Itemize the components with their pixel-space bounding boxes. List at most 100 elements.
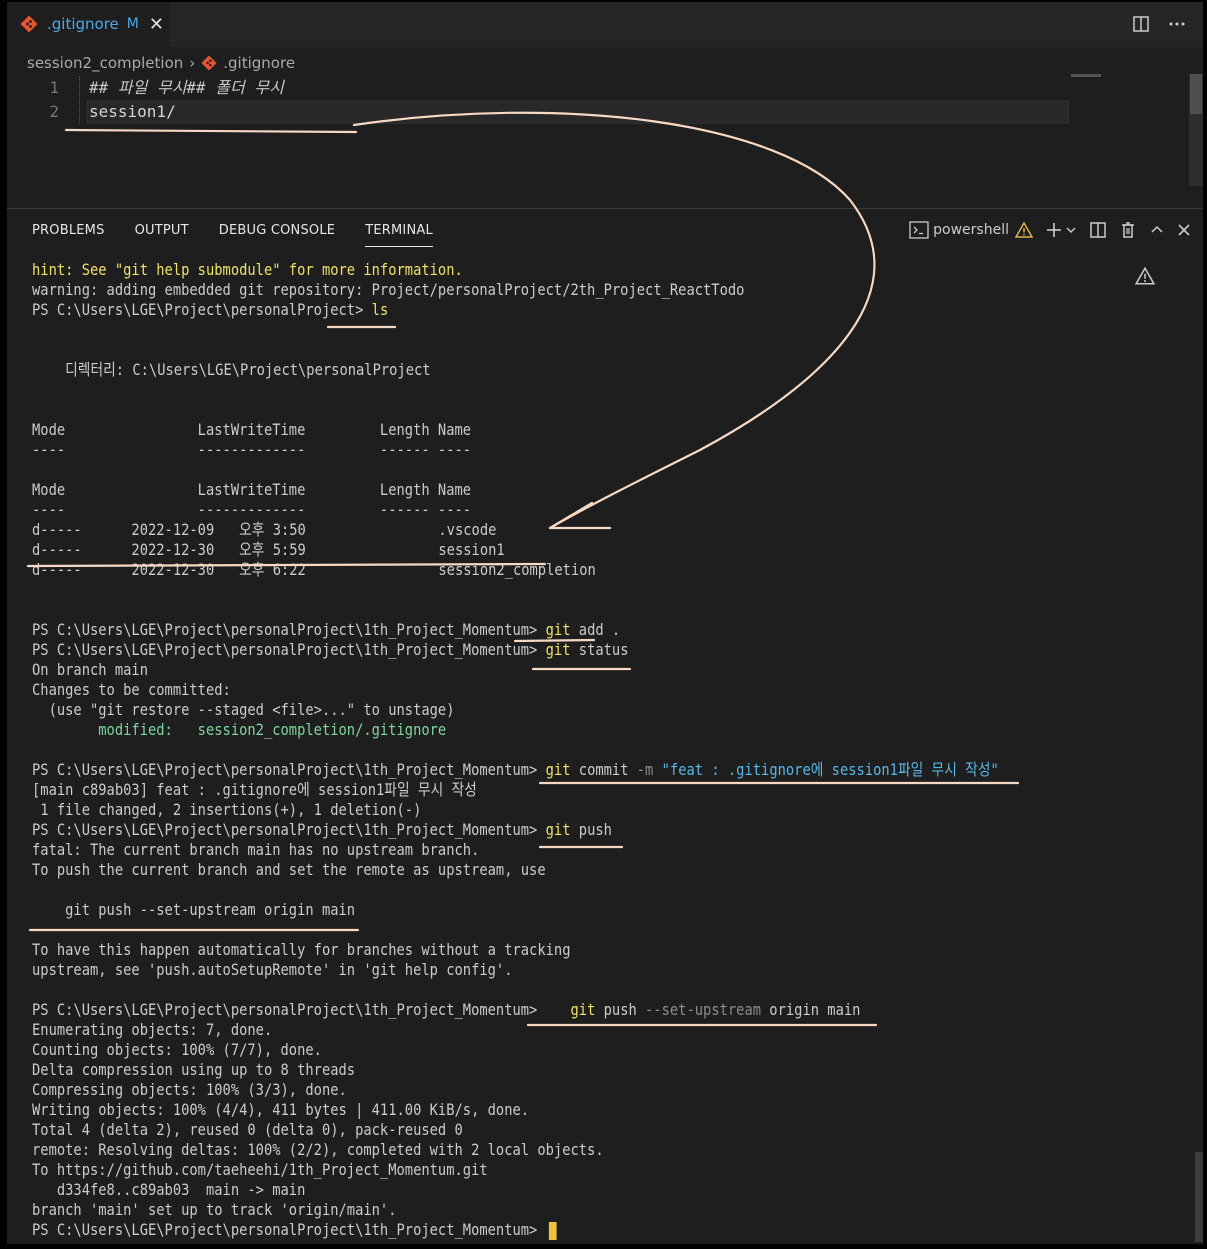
terminal-line: fatal: The current branch main has no up… xyxy=(32,840,480,859)
modified-label: modified: xyxy=(32,720,198,739)
more-actions-icon[interactable] xyxy=(1167,14,1187,34)
prompt: PS C:\Users\LGE\Project\personalProject\… xyxy=(32,640,538,659)
command-git: git xyxy=(545,760,571,779)
terminal-blank xyxy=(32,740,1021,760)
commit-message: "feat : .gitignore에 session1파일 무시 작성" xyxy=(653,760,999,779)
tab-terminal[interactable]: TERMINAL xyxy=(365,220,433,247)
terminal-blank xyxy=(32,340,1021,360)
prompt: PS C:\Users\LGE\Project\personalProject\… xyxy=(32,1220,538,1239)
terminal-line: Total 4 (delta 2), reused 0 (delta 0), p… xyxy=(32,1120,463,1139)
tab-problems[interactable]: PROBLEMS xyxy=(32,220,105,246)
prompt: PS C:\Users\LGE\Project\personalProject> xyxy=(32,300,364,319)
terminal-line: Compressing objects: 100% (3/3), done. xyxy=(32,1080,347,1099)
code-editor[interactable]: 1 ## 파일 무시## 폴더 무시 2 session1/ xyxy=(7,74,1203,209)
terminal-blank xyxy=(32,580,1021,600)
dir-row: d----- 2022-12-09 오후 3:50 .vscode xyxy=(32,520,497,539)
chevron-down-icon[interactable] xyxy=(1065,218,1077,242)
terminal-blank xyxy=(32,980,1021,1000)
terminal-line: Mode LastWriteTime Length Name xyxy=(32,480,472,499)
editor-scrollbar[interactable] xyxy=(1189,74,1203,186)
command-git: git xyxy=(570,1000,596,1019)
code-text: session1/ xyxy=(89,102,176,121)
vscode-window: .gitignore M ✕ session2_completion › .gi… xyxy=(7,2,1203,1244)
line-number: 2 xyxy=(49,102,59,121)
editor-tab-bar: .gitignore M ✕ xyxy=(7,2,1203,47)
close-icon[interactable]: ✕ xyxy=(149,14,164,35)
modified-badge: M xyxy=(126,16,139,32)
trash-icon[interactable] xyxy=(1119,218,1137,242)
tab-output[interactable]: OUTPUT xyxy=(135,220,189,246)
command-args: commit xyxy=(570,760,637,779)
terminal-line: hint: See "git help submodule" for more … xyxy=(32,260,463,279)
editor-actions xyxy=(1131,14,1187,34)
chevron-right-icon: › xyxy=(189,54,196,72)
terminal-line: Enumerating objects: 7, done. xyxy=(32,1020,273,1039)
close-panel-icon[interactable] xyxy=(1177,218,1191,242)
tab-debug-console[interactable]: DEBUG CONSOLE xyxy=(219,220,335,246)
split-terminal-icon[interactable] xyxy=(1089,218,1107,242)
command-git: git xyxy=(545,640,571,659)
panel-actions: powershell xyxy=(909,218,1191,242)
terminal-line: ---- ------------- ------ ---- xyxy=(32,440,472,459)
terminal-line: upstream, see 'push.autoSetupRemote' in … xyxy=(32,960,513,979)
command-args: status xyxy=(570,640,629,659)
breadcrumb-file[interactable]: .gitignore xyxy=(223,54,295,72)
git-icon xyxy=(201,55,217,71)
warning-icon[interactable] xyxy=(1015,218,1033,242)
terminal-blank xyxy=(32,320,1021,340)
terminal-line: To push the current branch and set the r… xyxy=(32,860,546,879)
terminal-line: PS C:\Users\LGE\Project\personalProject>… xyxy=(32,300,1021,320)
terminal-line: ---- ------------- ------ ---- xyxy=(32,500,472,519)
new-terminal-icon[interactable] xyxy=(1045,218,1063,242)
terminal-line: remote: Resolving deltas: 100% (2/2), co… xyxy=(32,1140,604,1159)
prompt: PS C:\Users\LGE\Project\personalProject\… xyxy=(32,620,538,639)
terminal-line: Changes to be committed: xyxy=(32,680,231,699)
prompt: PS C:\Users\LGE\Project\personalProject\… xyxy=(32,760,538,779)
current-line-highlight xyxy=(87,100,1069,124)
breadcrumb-folder[interactable]: session2_completion xyxy=(27,54,183,72)
terminal-line: d334fe8..c89ab03 main -> main xyxy=(32,1180,306,1199)
prompt: PS C:\Users\LGE\Project\personalProject\… xyxy=(32,1000,538,1019)
line-number: 1 xyxy=(49,78,59,97)
terminal-blank xyxy=(32,600,1021,620)
command-args: add . xyxy=(570,620,621,639)
terminal-line: PS C:\Users\LGE\Project\personalProject\… xyxy=(32,760,1021,780)
terminal-line: modified: session2_completion/.gitignore xyxy=(32,720,1021,740)
minimap[interactable] xyxy=(1071,74,1101,77)
command-git: git xyxy=(545,620,571,639)
shell-selector[interactable]: powershell xyxy=(933,218,1009,242)
terminal-line: PS C:\Users\LGE\Project\personalProject\… xyxy=(32,820,1021,840)
terminal-line: PS C:\Users\LGE\Project\personalProject\… xyxy=(32,1220,1021,1240)
command-git: git xyxy=(545,820,571,839)
terminal-line: warning: adding embedded git repository:… xyxy=(32,280,745,299)
indent-guide xyxy=(79,76,86,124)
maximize-panel-icon[interactable] xyxy=(1149,218,1165,242)
terminal-line: PS C:\Users\LGE\Project\personalProject\… xyxy=(32,640,1021,660)
terminal-scrollbar[interactable] xyxy=(1195,1152,1203,1242)
command-flag: --set-upstream xyxy=(645,1000,762,1019)
terminal-blank xyxy=(32,460,1021,480)
terminal-line: git push --set-upstream origin main xyxy=(32,900,356,919)
prompt: PS C:\Users\LGE\Project\personalProject\… xyxy=(32,820,538,839)
terminal-icon xyxy=(909,218,929,242)
terminal-line: To have this happen automatically for br… xyxy=(32,940,571,959)
terminal-line: On branch main xyxy=(32,660,148,679)
terminal-output[interactable]: hint: See "git help submodule" for more … xyxy=(32,260,1182,1240)
terminal-line: Delta compression using up to 8 threads xyxy=(32,1060,356,1079)
terminal-blank xyxy=(32,400,1021,420)
terminal-line: Mode LastWriteTime Length Name xyxy=(32,420,472,439)
terminal-line: (use "git restore --staged <file>..." to… xyxy=(32,700,455,719)
terminal-line: branch 'main' set up to track 'origin/ma… xyxy=(32,1200,397,1219)
terminal-line: 1 file changed, 2 insertions(+), 1 delet… xyxy=(32,800,422,819)
terminal-line: [main c89ab03] feat : .gitignore에 sessio… xyxy=(32,780,477,799)
panel-divider[interactable] xyxy=(7,208,1203,209)
terminal-line: PS C:\Users\LGE\Project\personalProject\… xyxy=(32,1000,1021,1020)
split-editor-icon[interactable] xyxy=(1131,14,1151,34)
scrollbar-thumb[interactable] xyxy=(1190,74,1202,114)
tab-gitignore[interactable]: .gitignore M ✕ xyxy=(7,2,170,47)
terminal-line: 디렉터리: C:\Users\LGE\Project\personalProje… xyxy=(32,360,431,379)
code-text: ## 파일 무시## 폴더 무시 xyxy=(89,78,284,97)
breadcrumb: session2_completion › .gitignore xyxy=(27,52,295,74)
git-icon xyxy=(19,14,39,34)
